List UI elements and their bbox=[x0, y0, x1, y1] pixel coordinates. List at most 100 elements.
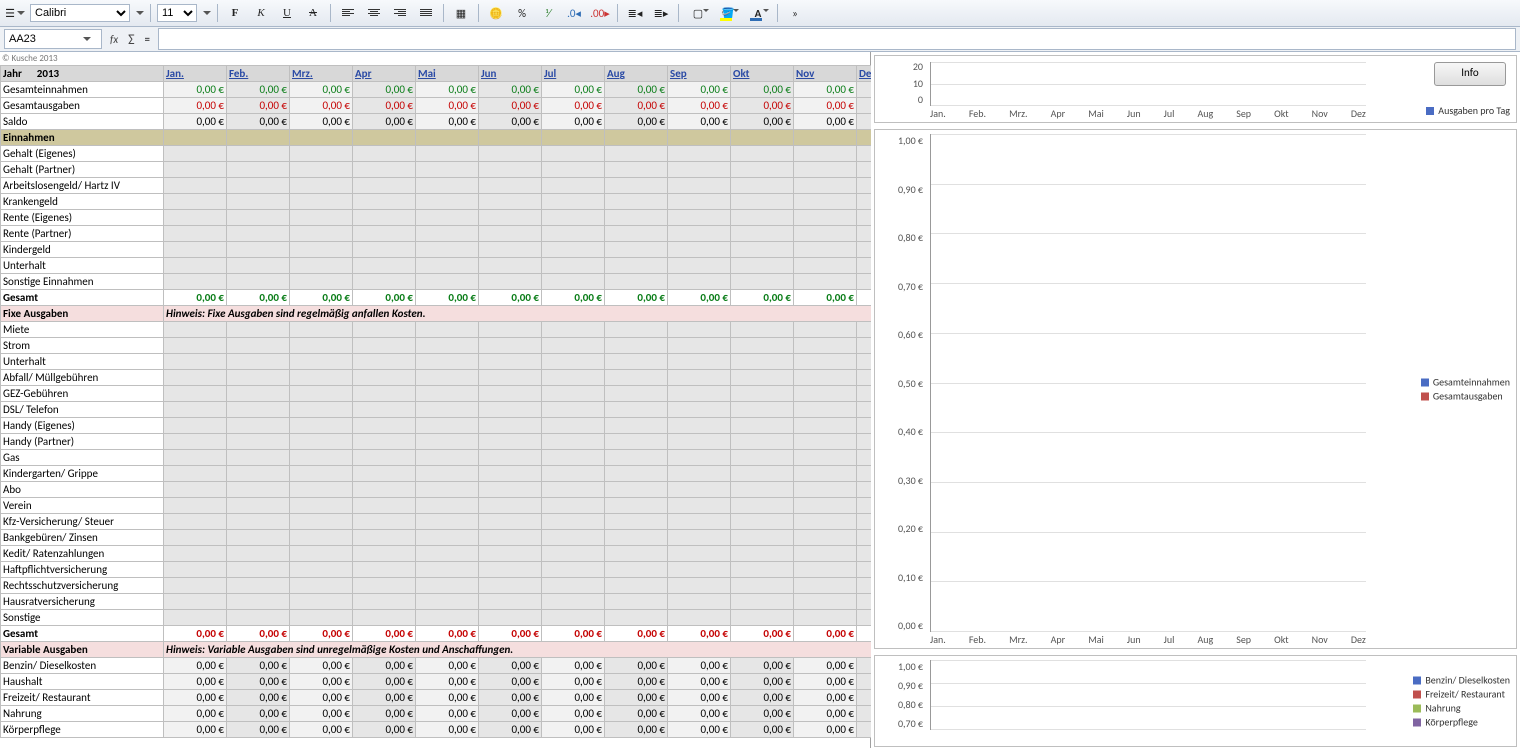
cell[interactable] bbox=[794, 274, 857, 290]
cell[interactable] bbox=[164, 594, 227, 610]
align-justify-button[interactable] bbox=[415, 2, 437, 24]
cell[interactable] bbox=[227, 370, 290, 386]
cell[interactable] bbox=[542, 530, 605, 546]
cell[interactable] bbox=[353, 546, 416, 562]
cell[interactable] bbox=[353, 578, 416, 594]
cell[interactable] bbox=[605, 594, 668, 610]
cell[interactable] bbox=[542, 594, 605, 610]
cell[interactable]: 0,00 € bbox=[731, 658, 794, 674]
cell[interactable] bbox=[479, 514, 542, 530]
cell[interactable] bbox=[542, 578, 605, 594]
cell[interactable] bbox=[290, 610, 353, 626]
cell[interactable]: 0,00 € bbox=[227, 674, 290, 690]
cell[interactable]: 0,00 € bbox=[353, 722, 416, 738]
sum-value[interactable]: 0,00 € bbox=[479, 290, 542, 306]
cell[interactable] bbox=[794, 226, 857, 242]
cell[interactable] bbox=[605, 370, 668, 386]
cell[interactable] bbox=[542, 274, 605, 290]
cell[interactable] bbox=[227, 322, 290, 338]
summary-value[interactable]: 0,00 € bbox=[227, 98, 290, 114]
cell[interactable] bbox=[290, 418, 353, 434]
cell[interactable] bbox=[290, 562, 353, 578]
cell[interactable] bbox=[227, 274, 290, 290]
cell[interactable] bbox=[416, 386, 479, 402]
cell[interactable] bbox=[479, 226, 542, 242]
row-label[interactable]: Haftpflichtversicherung bbox=[1, 562, 164, 578]
currency-button[interactable]: 🪙 bbox=[485, 2, 507, 24]
cell[interactable] bbox=[290, 546, 353, 562]
cell[interactable] bbox=[290, 210, 353, 226]
cell[interactable]: 0,00 € bbox=[731, 690, 794, 706]
cell[interactable]: 0,00 € bbox=[668, 706, 731, 722]
italic-button[interactable]: K bbox=[250, 2, 272, 24]
cell[interactable] bbox=[668, 322, 731, 338]
cell[interactable] bbox=[353, 610, 416, 626]
cell[interactable] bbox=[290, 450, 353, 466]
sum-value[interactable]: 0,00 € bbox=[542, 626, 605, 642]
cell[interactable] bbox=[731, 546, 794, 562]
decrease-indent-button[interactable]: ≣◂ bbox=[624, 2, 646, 24]
cell[interactable] bbox=[731, 322, 794, 338]
row-label[interactable]: Haushalt bbox=[1, 674, 164, 690]
cell[interactable] bbox=[164, 322, 227, 338]
cell[interactable] bbox=[290, 402, 353, 418]
cell[interactable] bbox=[416, 354, 479, 370]
cell[interactable] bbox=[479, 562, 542, 578]
cell[interactable] bbox=[164, 146, 227, 162]
cell[interactable] bbox=[668, 354, 731, 370]
sum-label[interactable]: Gesamt bbox=[1, 626, 164, 642]
cell[interactable] bbox=[794, 418, 857, 434]
cell[interactable]: 0,00 € bbox=[668, 690, 731, 706]
cell[interactable] bbox=[227, 162, 290, 178]
cell[interactable] bbox=[416, 546, 479, 562]
cell[interactable] bbox=[794, 466, 857, 482]
cell[interactable] bbox=[290, 226, 353, 242]
row-label[interactable]: Rente (Eigenes) bbox=[1, 210, 164, 226]
cell[interactable] bbox=[479, 162, 542, 178]
cell[interactable] bbox=[605, 178, 668, 194]
cell[interactable]: 0,00 € bbox=[605, 658, 668, 674]
cell[interactable] bbox=[794, 610, 857, 626]
cell[interactable] bbox=[479, 178, 542, 194]
cell[interactable] bbox=[668, 370, 731, 386]
summary-value[interactable]: 0,00 € bbox=[668, 98, 731, 114]
cell[interactable] bbox=[668, 418, 731, 434]
summary-value[interactable]: 0,00 € bbox=[605, 98, 668, 114]
chart-ausgaben-pro-tag[interactable]: Info 20100 Jan.Feb.Mrz.AprMaiJunJulAugSe… bbox=[874, 55, 1517, 123]
cell[interactable] bbox=[731, 242, 794, 258]
cell[interactable] bbox=[353, 434, 416, 450]
cell[interactable] bbox=[227, 226, 290, 242]
cell[interactable] bbox=[605, 530, 668, 546]
fill-color-button[interactable]: 🪣 bbox=[715, 2, 741, 24]
cell[interactable] bbox=[164, 530, 227, 546]
cell[interactable] bbox=[164, 130, 227, 146]
cell[interactable] bbox=[353, 274, 416, 290]
row-label[interactable]: Gas bbox=[1, 450, 164, 466]
summary-value[interactable]: 0,00 € bbox=[731, 98, 794, 114]
summary-value[interactable]: 0,00 € bbox=[416, 82, 479, 98]
cell[interactable] bbox=[416, 610, 479, 626]
cell[interactable] bbox=[542, 226, 605, 242]
cell[interactable] bbox=[353, 562, 416, 578]
row-label[interactable]: Hausratversicherung bbox=[1, 594, 164, 610]
summary-value[interactable]: 0,00 € bbox=[353, 82, 416, 98]
cell[interactable] bbox=[605, 210, 668, 226]
sum-value[interactable]: 0,00 € bbox=[605, 626, 668, 642]
cell[interactable] bbox=[164, 354, 227, 370]
cell[interactable] bbox=[353, 594, 416, 610]
row-label[interactable]: Unterhalt bbox=[1, 258, 164, 274]
row-label[interactable]: Rechtsschutzversicherung bbox=[1, 578, 164, 594]
cell[interactable] bbox=[164, 498, 227, 514]
cell[interactable] bbox=[164, 482, 227, 498]
month-header[interactable]: Feb. bbox=[227, 66, 290, 82]
cell[interactable] bbox=[164, 418, 227, 434]
cell[interactable] bbox=[668, 546, 731, 562]
cell[interactable]: 0,00 € bbox=[164, 722, 227, 738]
cell[interactable] bbox=[164, 338, 227, 354]
row-label[interactable]: Arbeitslosengeld/ Hartz IV bbox=[1, 178, 164, 194]
month-header[interactable]: Mai bbox=[416, 66, 479, 82]
cell[interactable] bbox=[605, 610, 668, 626]
summary-value[interactable]: 0,00 € bbox=[605, 114, 668, 130]
cell[interactable]: 0,00 € bbox=[416, 706, 479, 722]
cell[interactable] bbox=[416, 466, 479, 482]
